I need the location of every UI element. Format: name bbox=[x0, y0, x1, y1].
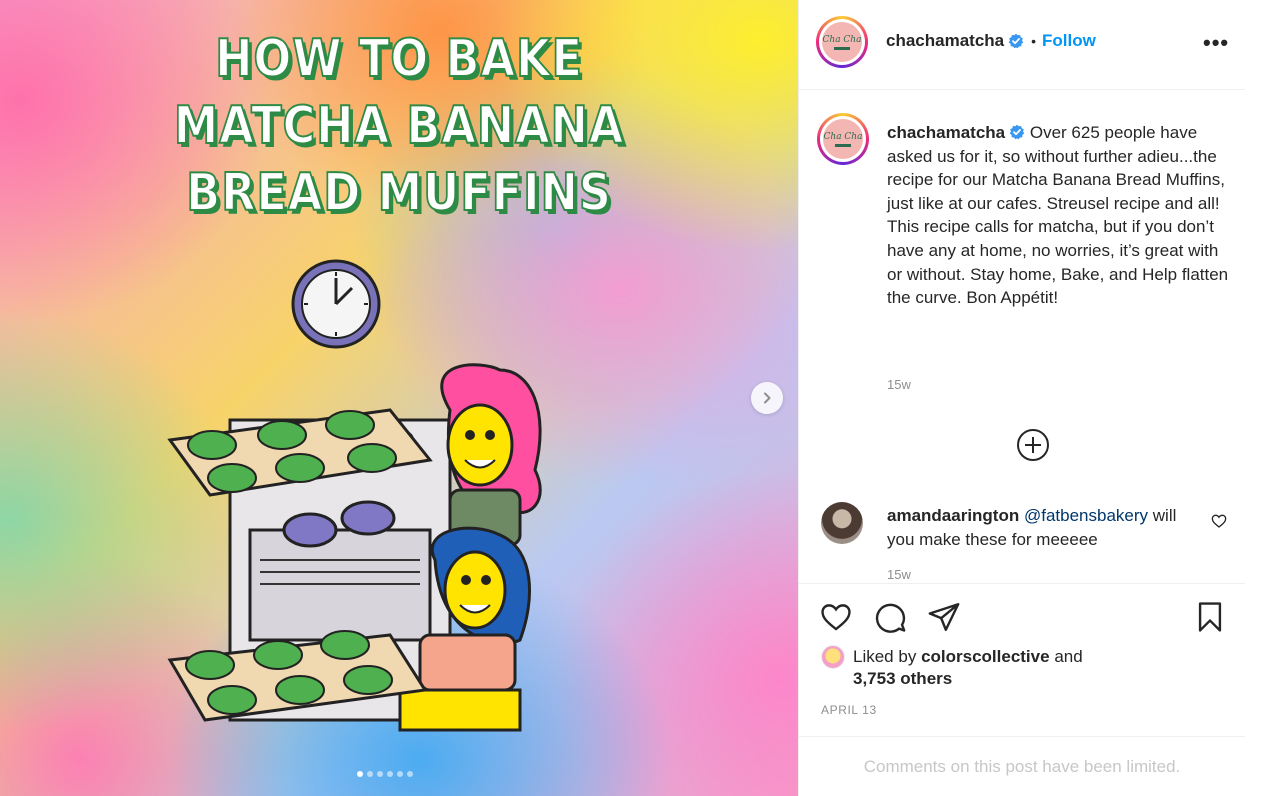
carousel-dot bbox=[387, 771, 393, 777]
bookmark-icon bbox=[1198, 602, 1222, 632]
carousel-dot bbox=[367, 771, 373, 777]
follow-separator: • bbox=[1031, 33, 1037, 49]
follow-button[interactable]: Follow bbox=[1042, 31, 1096, 51]
comment-mention[interactable]: @fatbensbakery bbox=[1024, 506, 1148, 525]
likes-and: and bbox=[1054, 647, 1083, 666]
header-avatar[interactable]: Cha Cha bbox=[816, 16, 868, 68]
verified-badge-icon bbox=[1008, 33, 1024, 49]
liker-username[interactable]: colorscollective bbox=[921, 647, 1050, 666]
like-button[interactable] bbox=[819, 600, 853, 639]
chachamatcha-logo: Cha Cha bbox=[822, 22, 862, 62]
heart-icon bbox=[821, 604, 851, 631]
comment-timestamp[interactable]: 15w bbox=[887, 567, 911, 581]
more-options-button[interactable]: ••• bbox=[1203, 30, 1229, 56]
heart-icon bbox=[1211, 514, 1227, 528]
carousel-dot bbox=[397, 771, 403, 777]
logo-text: Cha Cha bbox=[822, 34, 862, 45]
media-title-line: BREAD MUFFINS bbox=[185, 162, 612, 224]
save-button[interactable] bbox=[1193, 600, 1227, 639]
speech-bubble-icon bbox=[875, 603, 906, 633]
baking-illustration bbox=[167, 259, 542, 732]
comment-footer: Comments on this post have been limited. bbox=[799, 736, 1245, 796]
caption-timestamp[interactable]: 15w bbox=[887, 377, 911, 392]
caption: chachamatcha Over 625 people have asked … bbox=[887, 121, 1233, 310]
load-more-comments-button[interactable] bbox=[1016, 428, 1050, 467]
caption-text: Over 625 people have asked us for it, so… bbox=[887, 123, 1229, 308]
paper-plane-icon bbox=[928, 603, 960, 631]
verified-badge-icon bbox=[1009, 124, 1025, 140]
next-slide-button[interactable] bbox=[751, 382, 783, 414]
caption-username[interactable]: chachamatcha bbox=[887, 123, 1005, 142]
media-title-line: HOW TO BAKE bbox=[214, 28, 583, 90]
commenter-avatar[interactable] bbox=[821, 502, 863, 544]
carousel-dot bbox=[377, 771, 383, 777]
media-title-line: MATCHA BANANA bbox=[173, 95, 625, 157]
carousel-indicator bbox=[357, 771, 413, 777]
post-date[interactable]: APRIL 13 bbox=[821, 703, 877, 717]
chevron-right-icon bbox=[764, 392, 771, 404]
post-side-panel: Cha Cha chachamatcha • Follow ••• Cha Ch… bbox=[798, 0, 1276, 796]
logo-text: Cha Cha bbox=[823, 131, 863, 142]
likes-summary: Liked by colorscollective and bbox=[821, 645, 1083, 669]
liker-avatar[interactable] bbox=[821, 645, 845, 669]
caption-avatar[interactable]: Cha Cha bbox=[817, 113, 869, 165]
plus-circle-icon bbox=[1017, 429, 1049, 461]
likes-prefix: Liked by bbox=[853, 647, 917, 666]
comments-scroll-area[interactable]: Cha Cha chachamatcha Over 625 people hav… bbox=[799, 91, 1245, 581]
post-media[interactable]: HOW TO BAKE MATCHA BANANA BREAD MUFFINS bbox=[0, 0, 798, 796]
clock-icon bbox=[291, 259, 381, 349]
post-header: Cha Cha chachamatcha • Follow ••• bbox=[799, 0, 1245, 90]
comment-username[interactable]: amandaarington bbox=[887, 506, 1019, 525]
carousel-dot bbox=[357, 771, 363, 777]
comment: amandaarington @fatbensbakery will you m… bbox=[887, 504, 1193, 552]
likes-count-button[interactable]: 3,753 others bbox=[853, 669, 952, 689]
comments-limited-notice: Comments on this post have been limited. bbox=[863, 757, 1181, 776]
post-actions: Liked by colorscollective and 3,753 othe… bbox=[799, 583, 1245, 723]
header-username[interactable]: chachamatcha bbox=[886, 31, 1004, 51]
carousel-dot bbox=[407, 771, 413, 777]
comment-button[interactable] bbox=[873, 600, 907, 639]
like-comment-button[interactable] bbox=[1211, 513, 1227, 534]
media-title: HOW TO BAKE MATCHA BANANA BREAD MUFFINS bbox=[56, 26, 742, 227]
chachamatcha-logo: Cha Cha bbox=[823, 119, 863, 159]
share-button[interactable] bbox=[927, 600, 961, 639]
